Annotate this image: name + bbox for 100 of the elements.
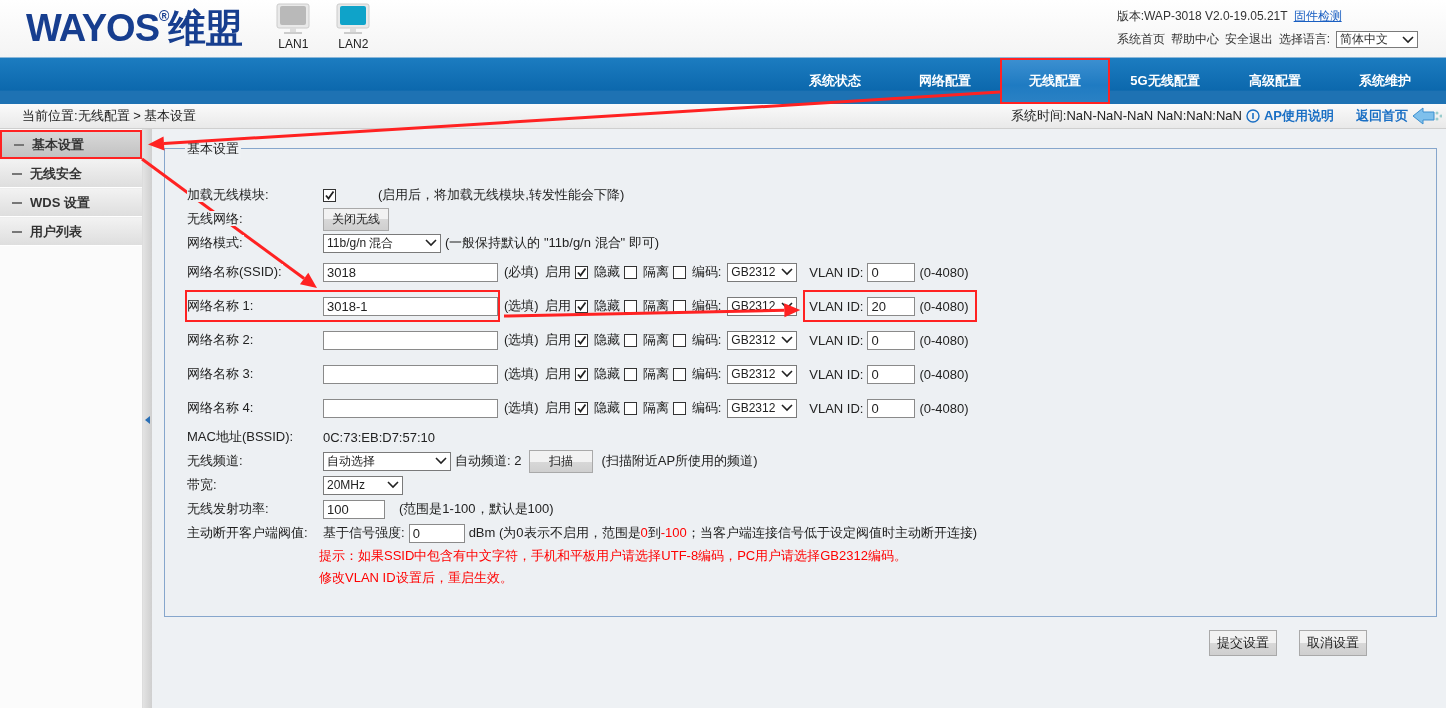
checkbox[interactable] — [672, 401, 686, 415]
logo-text: WAYOS$^{®}$维盟 — [26, 8, 243, 48]
sidebar-item[interactable]: 用户列表 — [0, 217, 142, 246]
input-field[interactable] — [323, 364, 498, 384]
checkbox-label: 隔离 — [642, 263, 669, 281]
hint-text: (选填) — [504, 297, 539, 315]
checkbox-label: 隐藏 — [593, 331, 620, 349]
dropdown[interactable]: GB2312 — [727, 262, 798, 282]
input-field[interactable]: 0 — [867, 262, 916, 282]
hint-text: (选填) — [504, 399, 539, 417]
checkbox[interactable] — [623, 265, 637, 279]
field-label: 网络名称(SSID): — [187, 264, 283, 279]
field-label: MAC地址(BSSID): — [187, 429, 295, 444]
header-link[interactable]: 安全退出 — [1224, 31, 1273, 48]
input-field[interactable]: 0 — [867, 398, 916, 418]
input-field[interactable] — [323, 398, 498, 418]
sidebar-item[interactable]: 无线安全 — [0, 159, 142, 188]
dropdown[interactable]: GB2312 — [727, 364, 798, 384]
dropdown[interactable]: 20MHz — [323, 475, 403, 495]
field-label: VLAN ID: — [809, 332, 864, 348]
sidebar-item[interactable]: WDS 设置 — [0, 188, 142, 217]
warning-text: 修改VLAN ID设置后，重启生效。 — [319, 569, 513, 587]
checkbox[interactable] — [574, 299, 588, 313]
cancel-button[interactable]: 取消设置 — [1299, 630, 1367, 656]
input-field[interactable]: 3018 — [323, 262, 498, 282]
hint-text: (0-4080) — [919, 264, 969, 280]
checkbox-label: 隔离 — [642, 331, 669, 349]
chevron-down-icon — [781, 404, 794, 412]
breadcrumb: 当前位置:无线配置 > 基本设置 — [22, 107, 197, 125]
hint-text: (范围是1-100，默认是100) — [399, 500, 554, 518]
input-field[interactable]: 3018-1 — [323, 296, 498, 316]
help-icon — [1245, 109, 1260, 123]
checkbox[interactable] — [623, 401, 637, 415]
dropdown[interactable]: 简体中文 — [1336, 31, 1418, 48]
input-field[interactable] — [323, 330, 498, 350]
field-label: VLAN ID: — [809, 264, 864, 280]
dash-icon — [12, 230, 22, 233]
hint-text: (选填) — [504, 365, 539, 383]
submit-button[interactable]: 提交设置 — [1209, 630, 1277, 656]
checkbox-label: 隔离 — [642, 297, 669, 315]
firmware-check-link[interactable]: 固件检测 — [1293, 8, 1342, 25]
nav-tab[interactable]: 系统维护 — [1330, 58, 1440, 104]
field-label: 编码: — [691, 331, 722, 349]
warning-text: 提示：如果SSID中包含有中文字符，手机和平板用户请选择UTF-8编码，PC用户请选择GB2312编码。 — [319, 547, 907, 565]
checkbox[interactable] — [574, 265, 588, 279]
field-label: 加载无线模块: — [187, 187, 270, 202]
field-label: VLAN ID: — [809, 366, 864, 382]
header-link[interactable]: 帮助中心 — [1170, 31, 1219, 48]
field-label: 网络名称 2: — [187, 332, 255, 347]
nav-tab[interactable]: 5G无线配置 — [1110, 58, 1220, 104]
checkbox-label: 隔离 — [642, 365, 669, 383]
checkbox[interactable] — [623, 299, 637, 313]
checkbox[interactable] — [672, 333, 686, 347]
checkbox[interactable] — [323, 188, 336, 202]
scan-button[interactable]: 扫描 — [529, 449, 594, 473]
input-field[interactable]: 20 — [867, 296, 916, 316]
hint-text: (扫描附近AP所使用的频道) — [601, 452, 758, 470]
port-label: LAN1 — [278, 37, 309, 51]
field-label: 网络模式: — [187, 235, 244, 250]
nav-tab[interactable]: 网络配置 — [890, 58, 1000, 104]
hint-text: (一般保持默认的 "11b/g/n 混合" 即可) — [445, 234, 660, 252]
checkbox-label: 隔离 — [642, 399, 669, 417]
header-link[interactable]: 系统首页 — [1116, 31, 1165, 48]
hint-text: (0-4080) — [919, 298, 969, 314]
nav-tab[interactable]: 无线配置 — [1000, 58, 1110, 104]
field-label: 主动断开客户端阀值: — [187, 525, 309, 540]
dash-icon — [12, 172, 22, 175]
dropdown[interactable]: 自动选择 — [323, 451, 451, 471]
sidebar-item[interactable]: 基本设置 — [0, 130, 142, 159]
collapse-handle-icon[interactable] — [145, 415, 150, 424]
input-field[interactable]: 0 — [867, 330, 916, 350]
chevron-down-icon — [781, 268, 794, 276]
checkbox[interactable] — [574, 333, 588, 347]
hint-text: (0-4080) — [919, 400, 969, 416]
field-label: 编码: — [691, 297, 722, 315]
checkbox[interactable] — [574, 401, 588, 415]
checkbox[interactable] — [672, 265, 686, 279]
input-field[interactable]: 0 — [408, 523, 465, 543]
checkbox[interactable] — [672, 367, 686, 381]
field-label: 基于信号强度: — [323, 524, 405, 542]
help-link[interactable]: AP使用说明 — [1263, 107, 1334, 125]
nav-tab[interactable]: 系统状态 — [780, 58, 890, 104]
chevron-down-icon — [435, 457, 447, 465]
version-text: 版本:WAP-3018 V2.0-19.05.21T — [1116, 8, 1288, 25]
hint-text: (选填) — [504, 331, 539, 349]
checkbox[interactable] — [574, 367, 588, 381]
dropdown[interactable]: 11b/g/n 混合 — [323, 233, 441, 253]
port-label: LAN2 — [338, 37, 369, 51]
input-field[interactable]: 0 — [867, 364, 916, 384]
field-label: 编码: — [691, 399, 722, 417]
checkbox[interactable] — [623, 367, 637, 381]
close-wireless-button[interactable]: 关闭无线 — [323, 207, 389, 231]
chevron-down-icon — [387, 481, 399, 489]
nav-tab[interactable]: 高级配置 — [1220, 58, 1330, 104]
dropdown[interactable]: GB2312 — [727, 398, 798, 418]
dropdown[interactable]: GB2312 — [727, 330, 798, 350]
checkbox-label: 启用 — [544, 263, 571, 281]
checkbox[interactable] — [623, 333, 637, 347]
input-field[interactable]: 100 — [323, 499, 385, 519]
home-link[interactable]: 返回首页 — [1356, 107, 1408, 125]
